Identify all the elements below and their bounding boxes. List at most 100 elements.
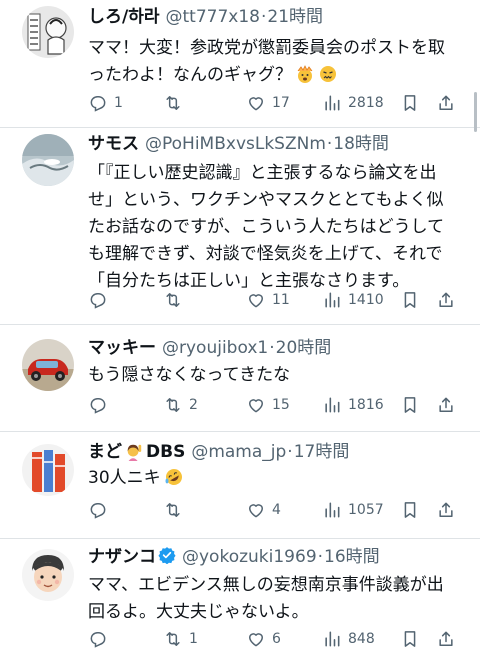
reply-icon [90,503,106,519]
scrollbar[interactable] [474,92,477,132]
bookmark-button[interactable] [400,498,420,522]
display-name[interactable]: マッキー [88,338,156,358]
user-handle[interactable]: @mama_jp [191,442,286,462]
bookmark-button[interactable] [400,627,420,651]
retweet-icon [166,398,180,412]
retweet-button[interactable]: 1 [163,627,198,651]
reply-button[interactable] [88,393,114,417]
retweet-button[interactable] [163,498,189,522]
tweet-actions: 2 15 1816 [88,393,464,417]
display-name[interactable]: ナザンコ [88,547,156,567]
reply-button[interactable] [88,288,114,312]
tweet-text: もう隠さなくなってきたな [88,362,466,389]
bookmark-button[interactable] [400,288,420,312]
share-button[interactable] [436,627,456,651]
views-button[interactable]: 1057 [322,498,384,522]
reply-icon [90,398,106,414]
timestamp[interactable]: 17時間 [294,442,350,462]
display-name[interactable]: しろ/하라 [88,7,160,27]
confounded-face-emoji-icon [318,64,338,93]
reply-button[interactable] [88,498,114,522]
share-icon [439,631,453,646]
views-count: 1410 [348,292,384,308]
timestamp[interactable]: 18時間 [333,134,389,154]
tweet-item[interactable]: サモス @PoHiMBxvsLkSZNm·18時間 「『正しい歴史認識』と主張する… [0,128,480,325]
verified-badge-icon [158,546,176,569]
retweet-button[interactable]: 2 [163,393,198,417]
reply-button[interactable]: 1 [88,91,123,115]
tweet-item[interactable]: まど DBS @mama_jp·17時間 30人ニキ 4 1057 [0,432,480,539]
like-button[interactable]: 11 [246,288,290,312]
user-handle[interactable]: @yokozuki1969 [182,547,317,567]
avatar-image [22,6,74,58]
display-name-suffix[interactable]: DBS [146,442,185,462]
share-button[interactable] [436,393,456,417]
avatar[interactable] [22,339,74,391]
views-button[interactable]: 848 [322,627,375,651]
avatar[interactable] [22,6,74,58]
tweet-header: ナザンコ @yokozuki1969·16時間 [88,545,468,569]
separator-dot: · [287,442,293,462]
timestamp[interactable]: 21時間 [267,7,323,27]
views-icon [325,631,340,647]
reply-count: 1 [114,95,123,111]
bookmark-button[interactable] [400,91,420,115]
bookmark-button[interactable] [400,393,420,417]
tweet-text: 「『正しい歴史認識』と主張するなら論文を出 せ」という、ワクチンやマスクととても… [88,160,466,295]
woman-raising-hand-emoji-icon [125,443,143,464]
retweet-button[interactable] [163,91,189,115]
tweet-header: しろ/하라 @tt777x18·21時間 [88,5,468,29]
tweet-item[interactable]: マッキー @ryoujibox1·20時間 もう隠さなくなってきたな 2 15 1… [0,325,480,432]
views-button[interactable]: 2818 [322,91,384,115]
views-count: 1057 [348,502,384,518]
bookmark-icon [404,397,416,413]
like-button[interactable]: 4 [246,498,281,522]
share-button[interactable] [436,288,456,312]
like-icon [249,504,263,518]
retweet-icon [166,293,180,307]
like-count: 11 [272,292,290,308]
views-icon [325,95,340,111]
reply-button[interactable] [88,627,114,651]
tweet-text: ママ、エビデンス無しの妄想南京事件談義が出 回るよ。大丈夫じゃないよ。 [88,572,466,626]
retweet-count: 2 [189,397,198,413]
avatar[interactable] [22,549,74,601]
user-handle[interactable]: @tt777x18 [166,7,260,27]
separator-dot: · [317,547,324,567]
like-button[interactable]: 6 [246,627,281,651]
avatar[interactable] [22,134,74,186]
display-name[interactable]: まど [88,442,122,462]
timestamp[interactable]: 16時間 [324,547,380,567]
like-icon [249,294,263,308]
like-icon [249,399,263,413]
tweet-item[interactable]: ナザンコ @yokozuki1969·16時間 ママ、エビデンス無しの妄想南京事件… [0,539,480,660]
user-handle[interactable]: @PoHiMBxvsLkSZNm [145,134,326,154]
like-button[interactable]: 17 [246,91,290,115]
avatar[interactable] [22,444,74,496]
views-button[interactable]: 1816 [322,393,384,417]
tweet-text-line: 30人ニキ [88,468,161,488]
retweet-icon [166,503,180,517]
views-count: 2818 [348,95,384,111]
like-count: 4 [272,502,281,518]
display-name[interactable]: サモス [88,134,139,154]
views-count: 848 [348,631,375,647]
share-button[interactable] [436,498,456,522]
views-icon [325,502,340,518]
separator-dot: · [269,338,275,358]
views-button[interactable]: 1410 [322,288,384,312]
timestamp[interactable]: 20時間 [276,338,332,358]
views-count: 1816 [348,397,384,413]
share-button[interactable] [436,91,456,115]
retweet-button[interactable] [163,288,189,312]
like-count: 6 [272,631,281,647]
tweet-item[interactable]: しろ/하라 @tt777x18·21時間 ママ！大変！参政党が懲罰委員会のポストを… [0,0,480,128]
timeline-feed[interactable]: しろ/하라 @tt777x18·21時間 ママ！大変！参政党が懲罰委員会のポストを… [0,0,480,660]
like-icon [249,97,263,111]
retweet-icon [166,632,180,646]
like-button[interactable]: 15 [246,393,290,417]
tweet-header: サモス @PoHiMBxvsLkSZNm·18時間 [88,132,468,156]
like-count: 15 [272,397,290,413]
user-handle[interactable]: @ryoujibox1 [162,338,268,358]
tweet-text-line: 「『正しい歴史認識』と主張するなら論文を出 [88,163,437,183]
